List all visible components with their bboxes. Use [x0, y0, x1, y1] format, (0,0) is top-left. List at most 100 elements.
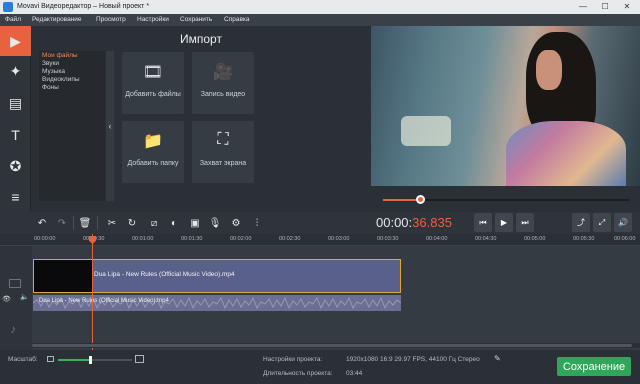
minimize-button[interactable]: — — [572, 1, 594, 13]
audio-clip-name: Dua Lipa - New Rules (Official Music Vid… — [39, 298, 169, 304]
menu-save[interactable]: Сохранить — [180, 16, 212, 23]
zoom-slider-knob[interactable] — [89, 356, 92, 364]
redo-button[interactable]: ↷ — [53, 214, 71, 232]
track-mute-speaker-icon[interactable]: 🔈 — [20, 293, 29, 301]
menu-help[interactable]: Справка — [224, 16, 250, 23]
screen-capture-icon: ⛶ — [217, 131, 229, 148]
delete-button[interactable]: 🗑 — [76, 214, 94, 232]
timecode-prefix: 00:00: — [376, 215, 413, 230]
rotate-button[interactable]: ↻ — [123, 214, 141, 232]
screen-capture-label: Захват экрана — [199, 160, 247, 167]
ruler-tick: 00:01:30 — [181, 236, 203, 242]
category-my-files[interactable]: Мои файлы — [42, 52, 78, 59]
ruler-tick: 00:06:00 — [614, 236, 636, 242]
video-track-icon — [9, 279, 21, 288]
equalizer-button[interactable]: ⫶ — [248, 214, 266, 232]
music-note-icon: ♪ — [10, 322, 16, 336]
title-bar: Movavi Видеоредактор – Новый проект * — … — [0, 0, 640, 14]
menu-bar: Файл Редактирование Просмотр Настройки С… — [0, 14, 640, 26]
category-videoclips[interactable]: Видеоклипы — [42, 76, 80, 83]
track-visibility-eye-icon[interactable]: 👁 — [2, 295, 11, 303]
preview-frame-face — [536, 50, 562, 90]
playback-progress-fill — [383, 199, 420, 201]
window-title: Movavi Видеоредактор – Новый проект * — [17, 3, 150, 10]
stickers-tab[interactable]: ✪ — [0, 151, 31, 181]
stickers-star-icon: ✪ — [9, 157, 22, 174]
category-music[interactable]: Музыка — [42, 68, 65, 75]
filters-tab[interactable]: ✦ — [0, 56, 31, 86]
video-clip-name: Dua Lipa - New Rules (Official Music Vid… — [94, 271, 235, 278]
collapse-panel-button[interactable]: ‹ — [106, 51, 114, 201]
toolbar-divider — [97, 216, 98, 230]
zoom-in-icon[interactable] — [135, 355, 144, 363]
ruler-tick: 00:03:00 — [328, 236, 350, 242]
ruler-tick: 00:03:30 — [377, 236, 399, 242]
preview-frame-jacket — [506, 121, 626, 186]
project-duration-value: 03:44 — [346, 370, 363, 377]
add-folder-label: Добавить папку — [127, 160, 179, 167]
ruler-tick: 00:00:00 — [34, 236, 56, 242]
edit-settings-pencil-icon[interactable]: ✎ — [494, 354, 501, 363]
add-files-tile[interactable]: 🎞 Добавить файлы — [122, 52, 184, 114]
maximize-button[interactable]: ☐ — [594, 1, 616, 13]
close-button[interactable]: ✕ — [616, 1, 638, 13]
record-audio-button[interactable]: 🎙 — [206, 214, 224, 232]
screen-capture-tile[interactable]: ⛶ Захват экрана — [192, 121, 254, 183]
video-clip-thumbnail — [34, 260, 92, 292]
video-preview[interactable] — [371, 26, 640, 186]
edit-toolbar — [0, 212, 640, 234]
timeline-scrollbar-thumb[interactable] — [32, 344, 632, 347]
project-settings-value: 1920x1080 16:9 29.97 FPS, 44100 Гц Стере… — [346, 356, 480, 363]
add-folder-tile[interactable]: 📁 Добавить папку — [122, 121, 184, 183]
titles-icon: T — [11, 127, 20, 143]
timecode: 00:00:36.835 — [376, 215, 452, 230]
zoom-out-icon[interactable] — [47, 356, 54, 362]
menu-view[interactable]: Просмотр — [96, 16, 126, 23]
add-folder-icon: 📁 — [143, 133, 163, 150]
more-tools-tab[interactable]: ≡ — [0, 182, 31, 212]
play-button[interactable]: ▶ — [495, 213, 513, 232]
previous-frame-button[interactable]: ⏮ — [474, 213, 492, 232]
ruler-tick: 00:02:30 — [279, 236, 301, 242]
import-tab[interactable]: ▶ — [0, 26, 31, 56]
left-toolbar: ▶ ✦ ▤ T ✪ ≡ — [0, 26, 31, 212]
volume-button[interactable]: 🔊 — [614, 213, 632, 232]
menu-settings[interactable]: Настройки — [137, 16, 169, 23]
transitions-tab[interactable]: ▤ — [0, 88, 31, 118]
ruler-tick: 00:04:00 — [426, 236, 448, 242]
cut-button[interactable]: ✂ — [103, 214, 121, 232]
menu-edit[interactable]: Редактирование — [32, 16, 82, 23]
ruler-tick: 00:05:30 — [573, 236, 595, 242]
next-frame-button[interactable]: ⏭ — [516, 213, 534, 232]
crop-button[interactable]: ⧄ — [145, 214, 163, 232]
ruler-tick: 00:05:00 — [524, 236, 546, 242]
playhead[interactable] — [92, 234, 93, 350]
image-button[interactable]: ▣ — [186, 214, 204, 232]
category-backgrounds[interactable]: Фоны — [42, 84, 59, 91]
add-files-icon: 🎞 — [142, 64, 164, 81]
filmstrip-icon: ▤ — [8, 94, 23, 111]
project-duration-label: Длительность проекта: — [263, 370, 333, 377]
zoom-slider-fill — [58, 359, 90, 361]
save-button[interactable]: Сохранение — [557, 357, 631, 376]
record-video-tile[interactable]: 🎥 Запись видео — [192, 52, 254, 114]
magic-wand-icon: ✦ — [9, 62, 22, 79]
playback-progress-knob[interactable] — [416, 195, 425, 204]
clip-properties-button[interactable]: ⚙ — [227, 214, 245, 232]
titles-tab[interactable]: T — [0, 120, 31, 150]
import-title: Импорт — [180, 32, 222, 46]
undo-button[interactable]: ↶ — [33, 214, 51, 232]
preview-frame-light — [401, 116, 451, 146]
timecode-active: 36.835 — [412, 215, 452, 230]
record-video-icon: 🎥 — [213, 64, 233, 81]
menu-file[interactable]: Файл — [5, 16, 21, 23]
track-headers: 👁 🔈 ♪ — [0, 246, 32, 350]
toolbar-divider — [73, 216, 74, 230]
fullscreen-button[interactable]: ⤢ — [593, 213, 611, 232]
app-logo-icon — [3, 2, 13, 12]
export-frame-button[interactable]: ⤴ — [572, 213, 590, 232]
color-adjust-button[interactable]: ◐ — [165, 214, 183, 232]
add-files-label: Добавить файлы — [125, 91, 181, 98]
ruler-tick: 00:01:00 — [132, 236, 154, 242]
category-sounds[interactable]: Звуки — [42, 60, 59, 67]
